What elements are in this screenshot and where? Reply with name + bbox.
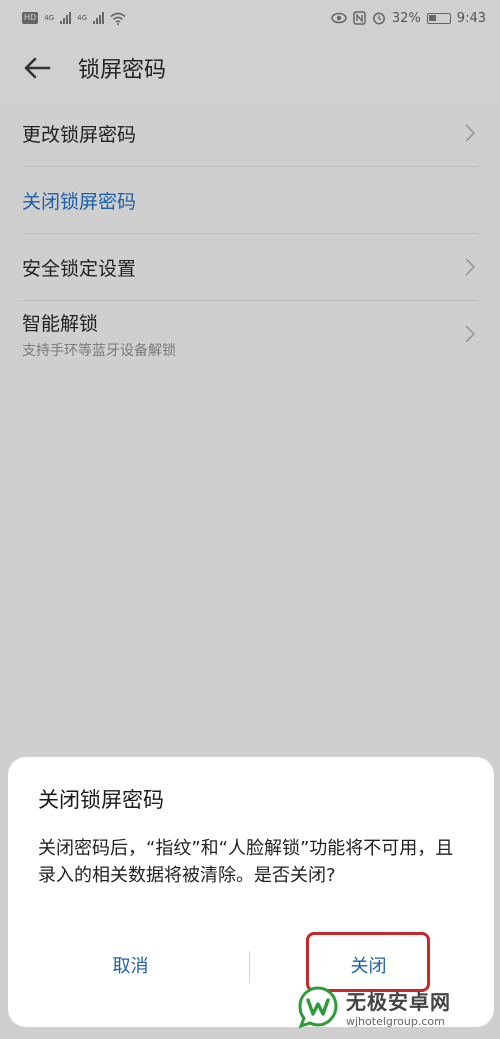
menu-item-label: 智能解锁	[22, 312, 99, 335]
watermark: 无极安卓网 wjhotelgroup.com	[296, 981, 492, 1033]
eye-icon	[331, 12, 347, 24]
battery-percent: 32%	[391, 10, 421, 26]
menu-item-security-lock-settings[interactable]: 安全锁定设置	[22, 234, 478, 301]
hd-badge: HD	[22, 12, 39, 24]
nfc-icon	[353, 11, 366, 25]
battery-icon	[426, 12, 451, 24]
menu-item-subtitle: 支持手环等蓝牙设备解锁	[22, 342, 176, 359]
watermark-url: wjhotelgroup.com	[346, 1015, 445, 1028]
chevron-right-icon	[465, 325, 476, 343]
menu-item-label: 更改锁屏密码	[22, 123, 137, 146]
menu-item-change-password[interactable]: 更改锁屏密码	[22, 100, 478, 167]
app-header: 锁屏密码	[0, 36, 500, 100]
status-right: 32% 9:43	[331, 11, 486, 26]
menu-item-smart-unlock[interactable]: 智能解锁 支持手环等蓝牙设备解锁	[22, 301, 478, 367]
watermark-logo-icon	[298, 986, 338, 1029]
network-type-1: 4G	[44, 13, 55, 22]
cancel-button[interactable]: 取消	[68, 947, 193, 987]
menu-item-disable-password[interactable]: 关闭锁屏密码	[22, 167, 478, 234]
menu-item-label: 安全锁定设置	[22, 257, 137, 280]
chevron-right-icon	[465, 258, 476, 276]
network-type-2: 4G	[77, 13, 87, 22]
settings-list: 更改锁屏密码 关闭锁屏密码 安全锁定设置 智能解锁 支持手环等蓝牙设备解锁	[0, 100, 500, 367]
alarm-icon	[372, 12, 385, 25]
status-left: HD 4G 4G	[22, 12, 126, 25]
dialog-button-divider	[249, 951, 250, 983]
signal-icon-2	[92, 12, 104, 24]
wifi-icon	[110, 12, 126, 25]
clock-time: 9:43	[456, 10, 486, 26]
chevron-right-icon	[465, 124, 476, 142]
dialog-message: 关闭密码后，“指纹”和“人脸解锁”功能将不可用，且录入的相关数据将被清除。是否关…	[38, 838, 454, 886]
watermark-name: 无极安卓网	[346, 990, 451, 1014]
watermark-text: 无极安卓网 wjhotelgroup.com	[346, 986, 451, 1028]
page-title: 锁屏密码	[78, 58, 167, 83]
dialog-title: 关闭锁屏密码	[38, 788, 164, 812]
menu-item-label: 关闭锁屏密码	[22, 190, 137, 213]
signal-icon	[60, 12, 72, 24]
status-bar: HD 4G 4G 32% 9:43	[0, 0, 500, 36]
back-arrow-icon[interactable]	[22, 53, 52, 83]
